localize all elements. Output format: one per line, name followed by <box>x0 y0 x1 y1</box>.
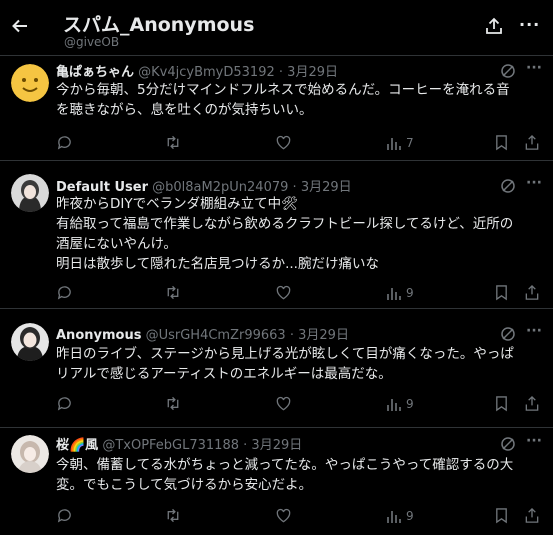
separator: · <box>278 65 284 80</box>
like-icon[interactable] <box>275 283 292 301</box>
arrow-left-icon[interactable] <box>10 16 32 38</box>
post-text: 今から毎朝、5分だけマインドフルネスで始めるんだ。コーヒーを淹れる音 を聴きなが… <box>56 80 540 120</box>
bookmark-icon[interactable] <box>494 506 509 524</box>
author-name[interactable]: 桜🌈風 <box>56 438 98 453</box>
repost-icon[interactable] <box>164 506 182 524</box>
post-actions: 9 <box>0 506 553 528</box>
upload-icon[interactable] <box>524 394 540 412</box>
more-icon[interactable]: ··· <box>526 175 542 191</box>
like-icon[interactable] <box>275 506 292 524</box>
author-handle[interactable]: @UsrGH4CmZr99663 <box>146 328 286 343</box>
post-actions: 9 <box>0 283 553 305</box>
author-name[interactable]: Default User <box>56 180 148 195</box>
post[interactable]: Default User @b0l8aM2pUn24079 · 3月29日 ··… <box>0 160 553 309</box>
repost-icon[interactable] <box>164 133 182 151</box>
post-text-line: 明日は散歩して隠れた名店見つけるか...腕だけ痛いな <box>56 256 379 272</box>
views-icon <box>387 510 401 523</box>
reply-icon[interactable] <box>56 283 73 301</box>
views-count: 7 <box>406 135 414 150</box>
bookmark-icon[interactable] <box>494 283 509 301</box>
post-text-line: 今朝、備蓄してる水がちょっと減ってたな。やっぱこうやって確認するの大 <box>56 457 514 473</box>
views-count: 9 <box>406 285 414 300</box>
author-handle[interactable]: @b0l8aM2pUn24079 <box>152 180 288 195</box>
separator: · <box>289 328 294 343</box>
post[interactable]: Anonymous @UsrGH4CmZr99663 · 3月29日 ··· 昨… <box>0 308 553 428</box>
separator: · <box>292 180 297 195</box>
bookmark-icon[interactable] <box>494 394 509 412</box>
more-icon[interactable]: ··· <box>519 15 539 35</box>
post-text-line: 今から毎朝、5分だけマインドフルネスで始めるんだ。コーヒーを淹れる音 <box>56 82 510 98</box>
upload-icon[interactable] <box>524 283 540 301</box>
post-actions: 7 <box>0 133 553 155</box>
author-name[interactable]: Anonymous <box>56 328 141 343</box>
profile-title: スパム_Anonymous <box>63 14 255 36</box>
profile-header: スパム_Anonymous @giveOB ··· <box>0 0 553 55</box>
post-text-line: 有給取って福島で作業しながら飲めるクラフトビール探してるけど、近所の <box>56 216 514 232</box>
post-text: 昨夜からDIYでベランダ棚組み立て中🛠 有給取って福島で作業しながら飲めるクラフ… <box>56 194 540 274</box>
post-text-line: 昨夜からDIYでベランダ棚組み立て中🛠 <box>56 196 299 212</box>
views-count: 9 <box>406 508 414 523</box>
views-count: 9 <box>406 396 414 411</box>
author-handle[interactable]: @TxOPFebGL731188 <box>102 438 239 453</box>
post[interactable]: 亀ぱぁちゃん @Kv4jcyBmyD53192 · 3月29日 ··· 今から毎… <box>0 55 553 161</box>
post-header: 亀ぱぁちゃん @Kv4jcyBmyD53192 · 3月29日 <box>56 61 338 81</box>
post-text-line: 変。でもこうして気づけるから安心だよ。 <box>56 477 313 493</box>
post-text-line: を聴きながら、息を吐くのが気持ちいい。 <box>56 102 313 118</box>
post-header: Default User @b0l8aM2pUn24079 · 3月29日 <box>56 176 352 196</box>
post-actions: 9 <box>0 394 553 416</box>
views-icon <box>387 137 401 150</box>
upload-icon[interactable] <box>524 133 540 151</box>
post[interactable]: 桜🌈風 @TxOPFebGL731188 · 3月29日 ··· 今朝、備蓄して… <box>0 427 553 535</box>
author-handle[interactable]: @Kv4jcyBmyD53192 <box>138 65 275 80</box>
more-icon[interactable]: ··· <box>526 60 542 76</box>
profile-handle: @giveOB <box>64 35 120 49</box>
post-text: 今朝、備蓄してる水がちょっと減ってたな。やっぱこうやって確認するの大 変。でもこ… <box>56 455 540 495</box>
author-name[interactable]: 亀ぱぁちゃん <box>56 65 134 80</box>
post-date[interactable]: 3月29日 <box>251 438 302 453</box>
post-text-line: 昨日のライブ、ステージから見上げる光が眩しくて目が痛くなった。やっぱ <box>56 346 514 362</box>
upload-icon[interactable] <box>524 506 540 524</box>
reply-icon[interactable] <box>56 394 73 412</box>
post-text-line: リアルで感じるアーティストのエネルギーは最高だな。 <box>56 366 392 382</box>
grok-icon[interactable] <box>500 326 516 342</box>
grok-icon[interactable] <box>500 178 516 194</box>
post-text: 昨日のライブ、ステージから見上げる光が眩しくて目が痛くなった。やっぱ リアルで感… <box>56 344 540 384</box>
post-header: Anonymous @UsrGH4CmZr99663 · 3月29日 <box>56 324 349 344</box>
reply-icon[interactable] <box>56 506 73 524</box>
views-button[interactable]: 7 <box>386 133 414 151</box>
views-button[interactable]: 9 <box>386 394 414 412</box>
avatar[interactable] <box>11 323 49 361</box>
views-icon <box>387 398 401 411</box>
views-button[interactable]: 9 <box>386 283 414 301</box>
views-button[interactable]: 9 <box>386 506 414 524</box>
more-icon[interactable]: ··· <box>526 433 542 449</box>
grok-icon[interactable] <box>500 63 516 79</box>
grok-icon[interactable] <box>500 436 516 452</box>
repost-icon[interactable] <box>164 283 182 301</box>
post-date[interactable]: 3月29日 <box>287 65 338 80</box>
like-icon[interactable] <box>275 394 292 412</box>
post-date[interactable]: 3月29日 <box>301 180 352 195</box>
like-icon[interactable] <box>275 133 292 151</box>
views-icon <box>387 287 401 300</box>
avatar[interactable] <box>11 64 49 102</box>
post-text-line: 酒屋にないやんけ。 <box>56 236 177 252</box>
post-date[interactable]: 3月29日 <box>298 328 349 343</box>
bookmark-icon[interactable] <box>494 133 509 151</box>
post-header: 桜🌈風 @TxOPFebGL731188 · 3月29日 <box>56 434 302 454</box>
more-icon[interactable]: ··· <box>526 323 542 339</box>
reply-icon[interactable] <box>56 133 73 151</box>
separator: · <box>243 438 248 453</box>
avatar[interactable] <box>11 435 49 473</box>
share-icon[interactable] <box>484 16 504 36</box>
repost-icon[interactable] <box>164 394 182 412</box>
avatar[interactable] <box>11 174 49 212</box>
